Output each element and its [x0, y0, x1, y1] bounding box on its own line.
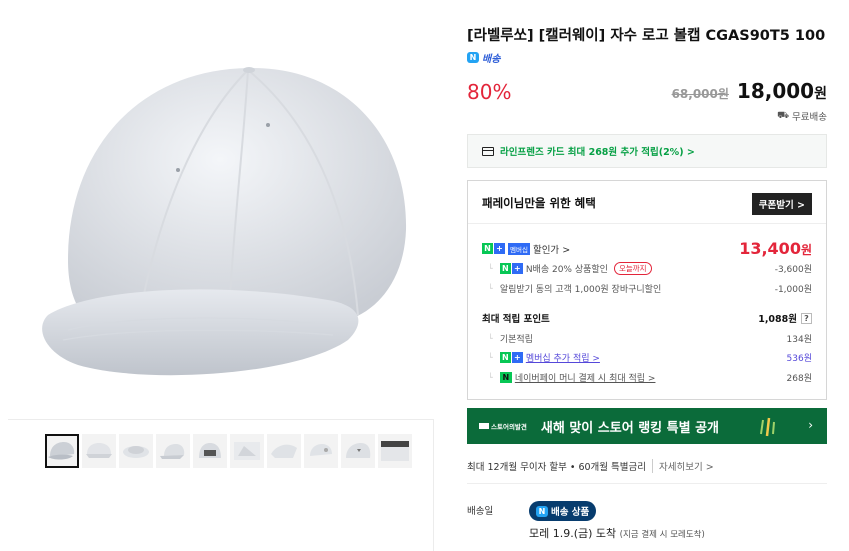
max-points-label: 최대 적립 포인트 [482, 314, 550, 325]
installment-details-link[interactable]: 자세히보기 > [652, 459, 714, 473]
points-help-icon[interactable]: ? [801, 312, 812, 324]
basic-points-row: 기본적립 134원 [482, 332, 812, 345]
product-main-image[interactable] [8, 0, 434, 420]
nplus-icon: N+ [482, 243, 505, 254]
card-benefit-text: 라인프렌즈 카드 최대 268원 추가 적립(2%) > [500, 147, 695, 158]
thumbnail-5[interactable] [193, 434, 227, 468]
product-title: [라벨루쏘] [캘러웨이] 자수 로고 볼캡 CGAS90T5 100 [467, 28, 826, 44]
store-ranking-banner[interactable]: 스토어의발견 새해 맞이 스토어 랭킹 특별 공개 › [467, 408, 827, 444]
banner-decoration-icon [760, 417, 775, 437]
n-delivery-discount-value: -3,600원 [774, 265, 812, 275]
membership-points-row[interactable]: N+ 멤버십 추가 적립 > 536원 [482, 351, 812, 364]
discount-price-row[interactable]: N + 멤버십 할인가 > 13,400원 [482, 239, 812, 258]
benefit-divider [468, 223, 826, 224]
discount-price-unit: 원 [800, 243, 812, 257]
max-points-value: 1,088원 [758, 314, 797, 325]
credit-card-icon [482, 146, 494, 156]
discount-price: 13,400원 [739, 239, 812, 258]
sale-price-unit: 원 [814, 86, 827, 102]
thumbnail-8[interactable] [304, 434, 338, 468]
thumbnail-1[interactable] [45, 434, 79, 468]
card-benefit-banner[interactable]: 라인프렌즈 카드 최대 268원 추가 적립(2%) > [467, 134, 827, 168]
free-shipping-text: 무료배송 [792, 112, 827, 123]
arrival-date-text: 모레 1.9.(금) 도착 [529, 527, 617, 540]
thumbnail-9[interactable] [341, 434, 375, 468]
free-shipping: ⛟ 무료배송 [777, 109, 827, 123]
nplus-icon: N+ [499, 352, 523, 363]
basic-points-label: 기본적립 [482, 332, 533, 345]
basic-points-value: 134원 [786, 335, 812, 345]
npay-points-row[interactable]: N 네이버페이 머니 결제 시 최대 적립 > 268원 [482, 371, 812, 384]
today-only-chip: 오늘까지 [613, 262, 652, 275]
discount-price-value: 13,400 [739, 239, 801, 258]
cap-image [42, 67, 407, 376]
shipping-date-label: 배송일 [467, 506, 494, 517]
price-row: 68,000원 18,000원 [672, 79, 827, 103]
n-delivery-text: 배송 [482, 54, 501, 65]
member-benefit-box: 패레이님만을 위한 혜택 쿠폰받기 > N + 멤버십 할인가 > 13,400원… [467, 180, 827, 400]
naver-pay-icon: N [499, 372, 512, 383]
membership-chip: 멤버십 [508, 242, 530, 255]
benefit-title: 패레이님만을 위한 혜택 [482, 196, 596, 210]
store-discovery-logo: 스토어의발견 [479, 421, 527, 431]
n-delivery-discount-label: N배송 20% 상품할인 [525, 265, 608, 275]
sale-price: 18,000원 [737, 79, 827, 103]
alert-discount-label: 알림받기 동의 고객 1,000원 장바구니할인 [482, 282, 661, 295]
thumbnail-7[interactable] [267, 434, 301, 468]
get-coupon-button[interactable]: 쿠폰받기 > [751, 193, 812, 215]
truck-icon: ⛟ [777, 110, 790, 121]
thumbnail-6[interactable] [230, 434, 264, 468]
discount-price-label: 할인가 > [532, 244, 571, 256]
n-delivery-discount-row: N+ N배송 20% 상품할인 오늘까지 -3,600원 [482, 262, 812, 275]
alert-discount-value: -1,000원 [774, 285, 812, 295]
chevron-right-icon: › [808, 418, 813, 432]
thumbnail-strip [45, 434, 412, 468]
n-delivery-product-text: 배송 상품 [551, 507, 590, 518]
alert-discount-row: 알림받기 동의 고객 1,000원 장바구니할인 -1,000원 [482, 282, 812, 295]
sale-price-value: 18,000 [736, 79, 815, 103]
membership-points-link[interactable]: 멤버십 추가 적립 > [526, 351, 600, 364]
product-gallery [8, 0, 434, 551]
thumbnail-10[interactable] [378, 434, 412, 468]
installment-info: 최대 12개월 무이자 할부 • 60개월 특별금리 자세히보기 > [467, 459, 714, 473]
arrival-date-note: (지금 결제 시 모레도착) [619, 530, 705, 540]
max-points-row: 최대 적립 포인트 1,088원 ? [482, 311, 812, 325]
arrival-date: 모레 1.9.(금) 도착 (지금 결제 시 모레도착) [529, 525, 705, 541]
nplus-icon: N+ [499, 263, 523, 274]
thumbnail-3[interactable] [119, 434, 153, 468]
n-delivery-icon: N [467, 52, 479, 63]
thumbnail-2[interactable] [82, 434, 116, 468]
installment-text: 최대 12개월 무이자 할부 • 60개월 특별금리 [467, 462, 646, 473]
discount-rate: 80% [467, 80, 512, 104]
n-delivery-product-chip: N 배송 상품 [529, 501, 597, 521]
npay-points-link[interactable]: 네이버페이 머니 결제 시 최대 적립 > [515, 371, 656, 384]
thumbnail-4[interactable] [156, 434, 190, 468]
membership-points-value: 536원 [786, 354, 812, 364]
n-delivery-icon: N [536, 505, 548, 517]
npay-points-value: 268원 [786, 374, 812, 384]
original-price: 68,000원 [671, 87, 729, 101]
banner-text: 새해 맞이 스토어 랭킹 특별 공개 [540, 420, 720, 436]
n-delivery-tag: N 배송 [467, 50, 500, 65]
divider [467, 483, 827, 484]
